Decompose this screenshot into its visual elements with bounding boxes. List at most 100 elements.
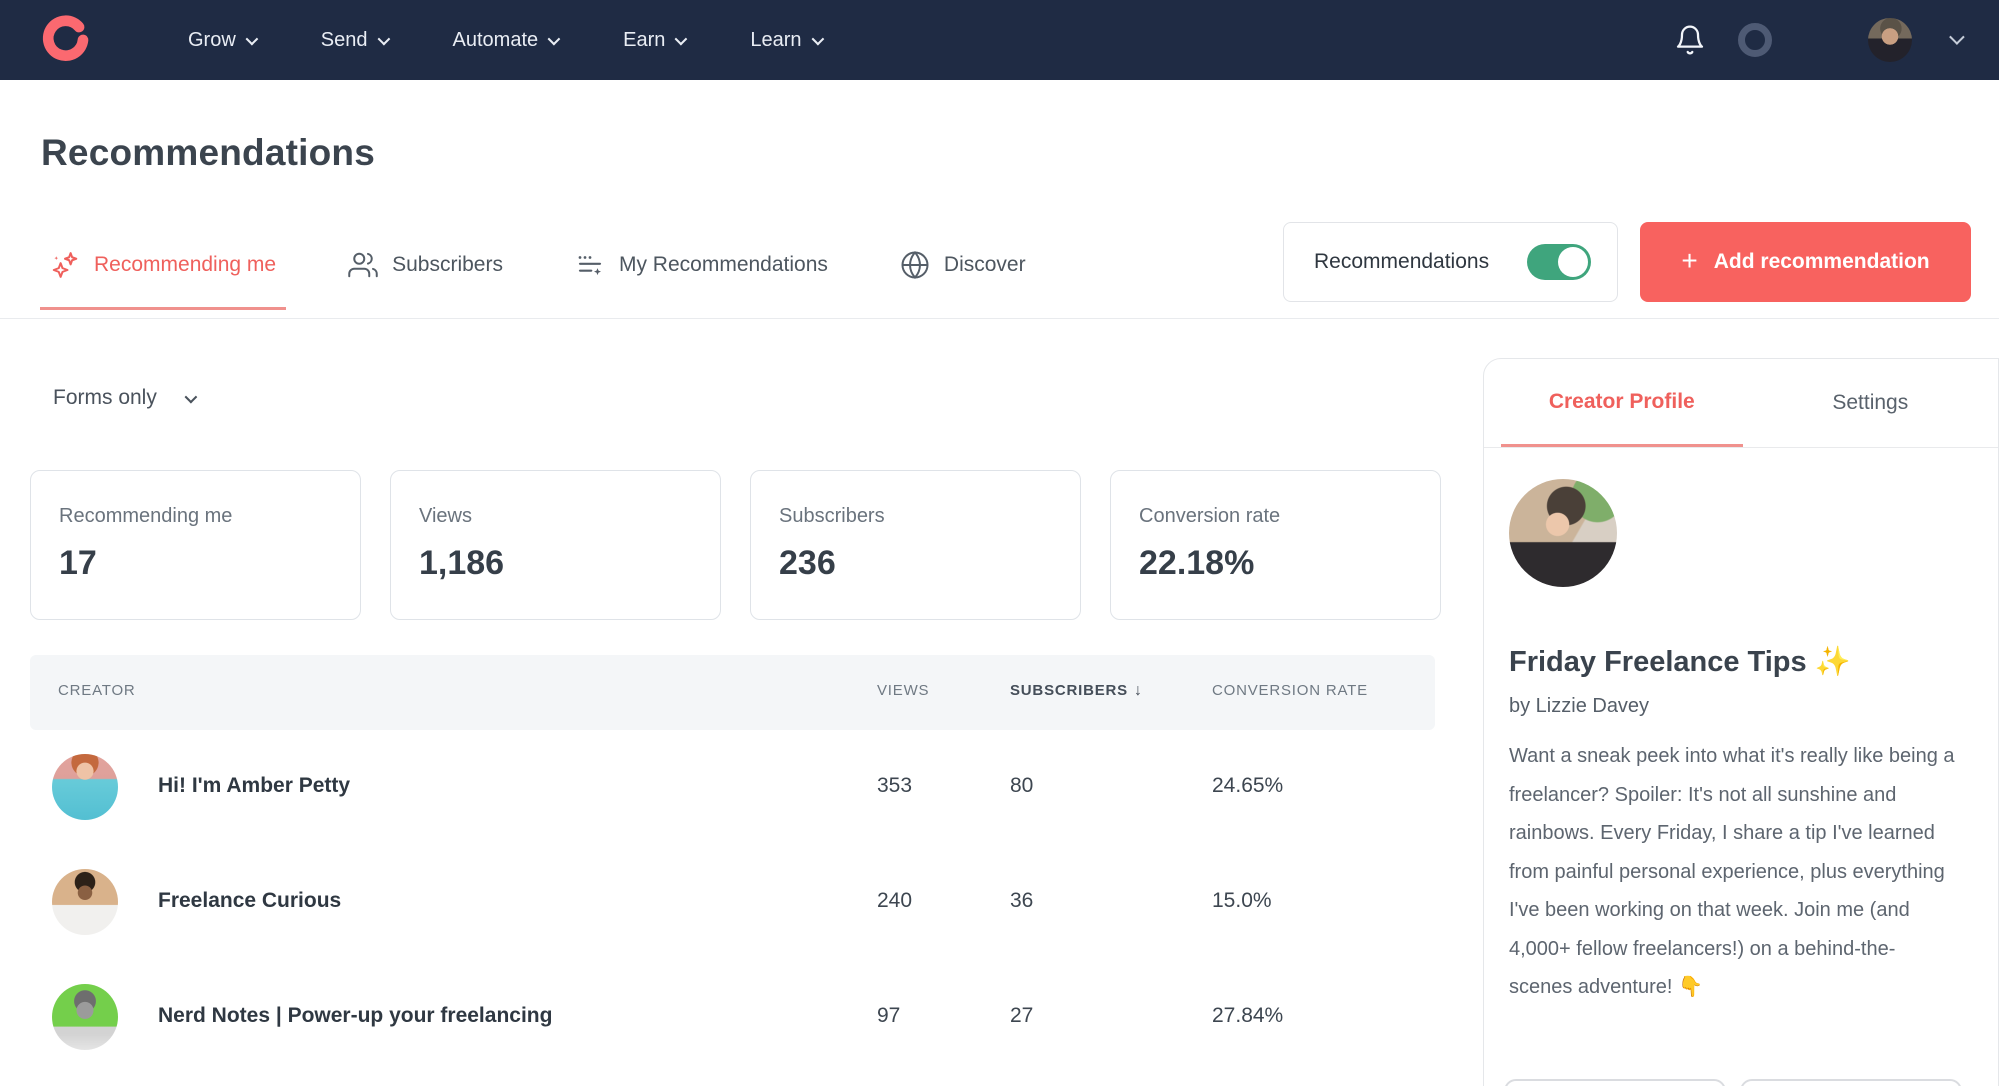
tab-label: My Recommendations xyxy=(618,253,828,276)
table-row[interactable]: Nerd Notes | Power-up your freelancing 9… xyxy=(30,960,1435,1075)
views-value: 353 xyxy=(877,774,913,797)
chevron-down-icon xyxy=(1949,29,1965,45)
tab-recommending-me[interactable]: Recommending me xyxy=(40,244,287,310)
nav-item-label: Learn xyxy=(750,28,802,51)
stat-label: Views xyxy=(419,505,472,527)
top-nav: Grow Send Automate Earn Learn xyxy=(0,0,1999,80)
sort-descending-icon: ↓ xyxy=(1133,682,1143,699)
creator-name: Nerd Notes | Power-up your freelancing xyxy=(158,1004,553,1027)
panel-action-button[interactable] xyxy=(1740,1079,1962,1086)
add-recommendation-button[interactable]: + Add recommendation xyxy=(1640,222,1971,302)
notifications-bell-icon[interactable] xyxy=(1674,24,1706,56)
chevron-down-icon xyxy=(674,32,688,45)
users-icon xyxy=(348,252,378,278)
chevron-down-icon xyxy=(547,32,561,45)
creator-avatar xyxy=(52,754,118,820)
chevron-down-icon xyxy=(377,32,390,45)
column-header-views[interactable]: VIEWS xyxy=(877,682,929,699)
stat-card-subscribers: Subscribers 236 xyxy=(750,470,1081,620)
panel-tabs: Creator Profile Settings xyxy=(1484,359,1998,448)
nav-right-cluster xyxy=(1674,18,1965,62)
newsletter-title: Friday Freelance Tips ✨ xyxy=(1509,646,1851,678)
recommendations-toggle[interactable] xyxy=(1527,244,1591,280)
nav-item-grow[interactable]: Grow xyxy=(188,28,259,52)
stat-label: Subscribers xyxy=(779,505,885,527)
creator-profile-avatar xyxy=(1509,479,1617,587)
subscribers-value: 80 xyxy=(1010,774,1034,797)
progress-ring-icon xyxy=(1738,23,1772,57)
user-avatar[interactable] xyxy=(1868,18,1912,62)
chevron-down-icon xyxy=(184,390,198,403)
conversion-value: 15.0% xyxy=(1212,889,1272,912)
stat-label: Conversion rate xyxy=(1139,505,1281,527)
creator-name: Freelance Curious xyxy=(158,889,342,912)
creator-name: Hi! I'm Amber Petty xyxy=(158,774,351,797)
chevron-down-icon xyxy=(811,32,824,45)
subscribers-value: 27 xyxy=(1010,1004,1034,1027)
views-value: 240 xyxy=(877,889,913,912)
column-header-conversion-rate[interactable]: CONVERSION RATE xyxy=(1212,682,1368,699)
convertkit-logo-icon[interactable] xyxy=(38,13,92,67)
nav-item-send[interactable]: Send xyxy=(320,28,390,52)
nav-item-label: Earn xyxy=(623,28,666,51)
tab-label: Discover xyxy=(943,253,1026,276)
plus-icon: + xyxy=(1681,244,1698,276)
account-menu-chevron[interactable] xyxy=(1940,29,1965,49)
tabbar-divider xyxy=(0,318,1999,319)
nav-menu: Grow Send Automate Earn Learn xyxy=(188,28,824,52)
page-title: Recommendations xyxy=(41,132,376,173)
conversion-value: 24.65% xyxy=(1212,774,1284,797)
globe-icon xyxy=(901,251,929,279)
stat-value: 236 xyxy=(779,544,836,582)
recommendations-toggle-card: Recommendations xyxy=(1283,222,1618,302)
forms-only-dropdown[interactable]: Forms only xyxy=(53,386,198,410)
nav-item-label: Automate xyxy=(452,28,539,51)
nav-item-label: Send xyxy=(320,28,368,51)
stat-label: Recommending me xyxy=(59,505,233,527)
tab-creator-profile[interactable]: Creator Profile xyxy=(1501,359,1743,447)
tab-settings[interactable]: Settings xyxy=(1743,359,1998,447)
creator-avatar xyxy=(52,984,118,1050)
subscribers-value: 36 xyxy=(1010,889,1034,912)
tab-subscribers[interactable]: Subscribers xyxy=(338,244,513,310)
newsletter-byline: by Lizzie Davey xyxy=(1509,695,1650,717)
stat-value: 1,186 xyxy=(419,544,505,582)
stat-card-conversion-rate: Conversion rate 22.18% xyxy=(1110,470,1441,620)
tab-my-recommendations[interactable]: My Recommendations xyxy=(565,244,838,310)
table-header: CREATOR VIEWS SUBSCRIBERS ↓ CONVERSION RA… xyxy=(30,655,1435,730)
column-header-label: SUBSCRIBERS xyxy=(1010,682,1128,699)
toggle-knob xyxy=(1558,247,1588,277)
tab-label: Subscribers xyxy=(392,253,503,276)
nav-item-label: Grow xyxy=(188,28,236,51)
nav-item-automate[interactable]: Automate xyxy=(452,28,561,52)
nav-item-learn[interactable]: Learn xyxy=(750,28,824,52)
conversion-value: 27.84% xyxy=(1212,1004,1284,1027)
panel-action-button[interactable] xyxy=(1504,1079,1726,1086)
creator-avatar xyxy=(52,869,118,935)
page-tabs: Recommending me Subscribers My Recommend… xyxy=(40,244,1036,310)
table-row[interactable]: Hi! I'm Amber Petty 353 80 24.65% xyxy=(30,730,1435,845)
creators-table: CREATOR VIEWS SUBSCRIBERS ↓ CONVERSION RA… xyxy=(30,655,1435,1075)
table-row[interactable]: Freelance Curious 240 36 15.0% xyxy=(30,845,1435,960)
tab-label: Recommending me xyxy=(94,253,277,276)
stat-card-recommending-me: Recommending me 17 xyxy=(30,470,361,620)
column-header-creator[interactable]: CREATOR xyxy=(58,682,136,699)
column-header-subscribers[interactable]: SUBSCRIBERS ↓ xyxy=(1010,682,1143,700)
add-recommendation-label: Add recommendation xyxy=(1713,250,1930,273)
header-controls: Recommendations + Add recommendation xyxy=(1283,222,1971,302)
stat-value: 22.18% xyxy=(1139,544,1255,582)
chevron-down-icon xyxy=(245,32,259,45)
filter-value: Forms only xyxy=(53,386,157,409)
tab-discover[interactable]: Discover xyxy=(890,244,1036,310)
toggle-label: Recommendations xyxy=(1314,250,1490,273)
recommendations-page: Grow Send Automate Earn Learn Recommenda… xyxy=(0,0,1999,1086)
stat-value: 17 xyxy=(59,544,97,582)
creator-profile-panel: Creator Profile Settings Friday Freelanc… xyxy=(1483,358,1999,1086)
newsletter-bio: Want a sneak peek into what it's really … xyxy=(1509,745,1955,998)
sparkles-icon xyxy=(52,252,78,278)
stats-row: Recommending me 17 Views 1,186 Subscribe… xyxy=(30,470,1441,620)
stat-card-views: Views 1,186 xyxy=(390,470,721,620)
list-sparkle-icon xyxy=(578,256,602,276)
nav-item-earn[interactable]: Earn xyxy=(623,28,688,52)
views-value: 97 xyxy=(877,1004,901,1027)
